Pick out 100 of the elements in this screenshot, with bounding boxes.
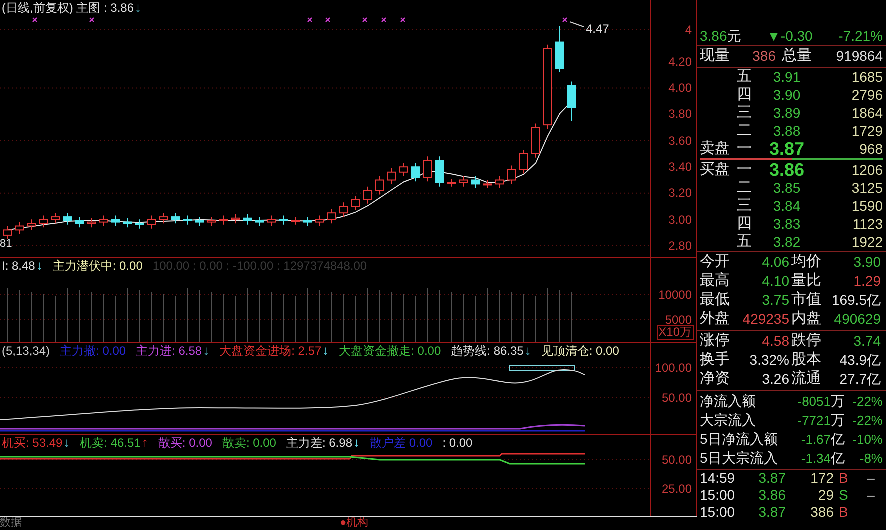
change-percent: -7.21% bbox=[838, 27, 883, 46]
trade-time: 15:00 bbox=[700, 503, 736, 522]
candle bbox=[196, 216, 204, 227]
legend-text: (日线,前复权) 主图 : 3.86 bbox=[2, 0, 134, 16]
candle bbox=[112, 215, 120, 227]
axis-tick-label: 4.20 bbox=[668, 55, 692, 69]
flow-percent: -22% bbox=[852, 412, 883, 430]
stat-value: 4.58 bbox=[762, 332, 790, 351]
order-volume: 1922 bbox=[850, 232, 883, 252]
legend-text: (5,13,34) bbox=[2, 343, 50, 359]
legend-text: I: 8.48 bbox=[2, 258, 36, 274]
candle bbox=[172, 212, 180, 224]
order-price: 3.91 bbox=[772, 68, 802, 86]
candle bbox=[472, 176, 480, 189]
level-label: 五 bbox=[737, 232, 752, 252]
candle bbox=[148, 215, 156, 230]
stat-value: 3.26 bbox=[762, 370, 790, 389]
trade-volume: 172 bbox=[810, 469, 834, 488]
axis-tick-label: 5000 bbox=[665, 313, 692, 327]
trend-arrow: ↓ bbox=[203, 343, 210, 359]
axis-tick-label: 4 bbox=[685, 23, 692, 37]
candle bbox=[268, 215, 276, 227]
legend-text: 机卖: 46.51 bbox=[80, 435, 141, 451]
trend-arrow: ↓ bbox=[135, 0, 142, 16]
level-label: 一 bbox=[737, 138, 752, 159]
flow-label: 大宗流入 bbox=[700, 411, 757, 430]
stat-value: 429235 bbox=[742, 310, 790, 329]
candle bbox=[40, 215, 48, 228]
candle bbox=[292, 216, 300, 226]
candle bbox=[424, 156, 432, 182]
trade-price: 3.87 bbox=[758, 503, 786, 522]
axis-tick-label: 100.00 bbox=[655, 361, 692, 375]
axis-tick-label: 3.60 bbox=[668, 134, 692, 148]
legend-text: 散卖: 0.00 bbox=[222, 435, 276, 451]
price-change: ▼-0.30 bbox=[767, 27, 813, 46]
trade-mark: – bbox=[866, 486, 876, 505]
candle bbox=[4, 226, 12, 240]
candle bbox=[568, 81, 576, 122]
order-volume: 3125 bbox=[850, 178, 883, 198]
trade-side: B bbox=[839, 503, 850, 522]
cross-marker-icon bbox=[400, 18, 406, 22]
order-price: 3.84 bbox=[772, 196, 802, 216]
candle bbox=[16, 222, 24, 235]
candle bbox=[448, 178, 456, 188]
candle bbox=[400, 162, 408, 177]
candle bbox=[328, 208, 336, 224]
order-price: 3.89 bbox=[772, 104, 802, 122]
flow-label: 5日净流入额 bbox=[700, 430, 779, 449]
order-volume: 1123 bbox=[852, 214, 883, 234]
axis-tick-label: 3.80 bbox=[668, 107, 692, 121]
order-volume: 1206 bbox=[850, 160, 883, 180]
data-tab-label[interactable]: 数据 bbox=[0, 517, 340, 530]
legend-text: 机买: 53.49 bbox=[2, 435, 63, 451]
legend-text: 主力差: 6.98 bbox=[286, 435, 352, 451]
trade-side: S bbox=[839, 486, 850, 505]
flow-amount: -1.34亿 bbox=[801, 449, 845, 468]
candle bbox=[304, 216, 312, 227]
trade-mark: – bbox=[866, 469, 876, 488]
legend-text: 大盘资金撤走: 0.00 bbox=[339, 343, 442, 359]
trade-volume: 386 bbox=[810, 503, 834, 522]
axis-tick-label: 3.00 bbox=[668, 213, 692, 227]
stat-label: 换手 bbox=[700, 350, 730, 370]
legend-text: 趋势线: 86.35 bbox=[451, 343, 524, 359]
cross-marker-icon bbox=[562, 18, 568, 22]
trade-volume: 29 bbox=[817, 486, 834, 505]
legend-text: 大盘资金进场: 2.57 bbox=[220, 343, 322, 359]
cross-marker-icon bbox=[326, 18, 330, 22]
candle bbox=[76, 216, 84, 228]
trade-price: 3.86 bbox=[758, 486, 786, 505]
order-volume: 1685 bbox=[850, 68, 883, 86]
order-price: 3.90 bbox=[772, 86, 802, 104]
flow-percent: -10% bbox=[852, 430, 883, 449]
cross-marker-icon bbox=[308, 18, 312, 22]
cross-marker-icon bbox=[382, 18, 386, 22]
low-price-label: 81 bbox=[0, 237, 12, 252]
stat-label: 外盘 bbox=[700, 309, 730, 330]
level-label: 三 bbox=[737, 196, 752, 216]
stat-label: 现量 bbox=[700, 46, 730, 66]
flow-percent: -8% bbox=[858, 450, 883, 468]
stat-label: 内盘 bbox=[792, 309, 822, 330]
trend-arrow: ↓ bbox=[322, 343, 330, 359]
stat-label: 涨停 bbox=[700, 331, 730, 352]
order-volume: 1729 bbox=[850, 122, 883, 140]
order-volume: 1590 bbox=[850, 196, 883, 216]
stat-value: 4.06 bbox=[762, 253, 790, 272]
legend-text: 100.00 : 0.00 : -100.00 : 1297374848.00 bbox=[152, 258, 368, 274]
legend-text: 散买: 0.00 bbox=[158, 435, 212, 451]
stat-label: 今开 bbox=[700, 252, 730, 272]
candle bbox=[184, 215, 192, 226]
candle bbox=[52, 212, 60, 224]
axis-tick-label: 3.40 bbox=[668, 160, 692, 174]
stat-value: 3.32% bbox=[750, 351, 790, 370]
level-label: 四 bbox=[737, 214, 752, 234]
candle bbox=[556, 26, 564, 73]
stat-value: 386 bbox=[752, 47, 776, 66]
order-price: 3.85 bbox=[772, 178, 802, 198]
stat-value: 43.9亿 bbox=[840, 351, 881, 370]
flow-amount: -8051万 bbox=[798, 392, 845, 411]
stat-label: 量比 bbox=[792, 271, 822, 291]
candle bbox=[460, 176, 468, 188]
